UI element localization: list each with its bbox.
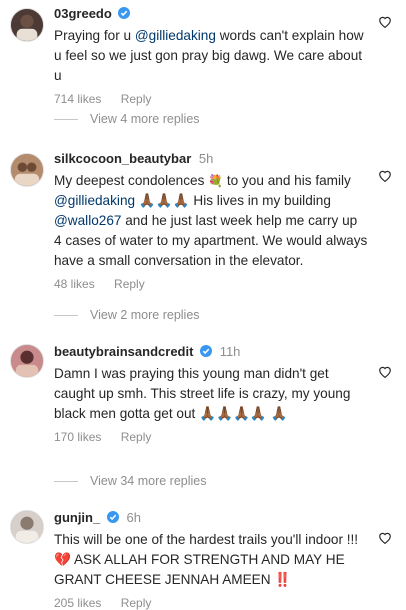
comment-3: beautybrainsandcredit 11h Damn I was pra… [0,342,406,467]
comment-1: 03greedo Praying for u @gilliedaking wor… [0,0,406,110]
reply-button[interactable]: Reply [114,277,145,291]
avatar[interactable] [10,344,44,378]
reply-button[interactable]: Reply [121,596,152,610]
like-count[interactable]: 170 likes [54,430,101,444]
avatar[interactable] [10,510,44,544]
mention-link[interactable]: @wallo267 [54,213,121,228]
divider [54,481,78,483]
heart-icon[interactable] [378,169,392,182]
comment-username[interactable]: beautybrainsandcredit [54,344,193,359]
avatar[interactable] [10,153,44,187]
comment-time: 6h [126,510,141,525]
comment-text: My deepest condolences 💐 to you and his … [54,173,368,268]
reply-button[interactable]: Reply [121,430,152,444]
comment-time: 11h [219,344,241,359]
view-replies-button[interactable]: View 4 more replies [54,112,200,126]
comment-username[interactable]: 03greedo [54,6,112,21]
like-count[interactable]: 205 likes [54,596,101,610]
heart-icon[interactable] [378,531,392,544]
verified-badge-icon [200,345,213,357]
mention-link[interactable]: @gilliedaking [135,28,216,43]
heart-icon[interactable] [378,365,392,378]
avatar[interactable] [10,8,44,42]
comment-username[interactable]: gunjin_ [54,510,100,525]
view-replies-button[interactable]: View 2 more replies [54,308,200,322]
like-count[interactable]: 48 likes [54,277,95,291]
mention-link[interactable]: @gilliedaking [54,193,135,208]
reply-button[interactable]: Reply [121,92,152,106]
comment-4: gunjin_ 6h This will be one of the harde… [0,508,406,610]
comment-time: 5h [198,151,214,166]
like-count[interactable]: 714 likes [54,92,101,106]
comment-text: Praying for u @gilliedaking words can't … [54,28,364,83]
heart-icon[interactable] [378,15,392,28]
divider [54,119,78,121]
verified-badge-icon [106,511,119,523]
divider [54,315,78,317]
comment-text: This will be one of the hardest trails y… [54,532,359,587]
comment-username[interactable]: silkcocoon_beautybar [54,151,191,166]
comment-text: Damn I was praying this young man didn't… [54,366,351,421]
comment-2: silkcocoon_beautybar 5h My deepest condo… [0,145,406,305]
view-replies-button[interactable]: View 34 more replies [54,474,207,488]
verified-badge-icon [118,7,131,19]
